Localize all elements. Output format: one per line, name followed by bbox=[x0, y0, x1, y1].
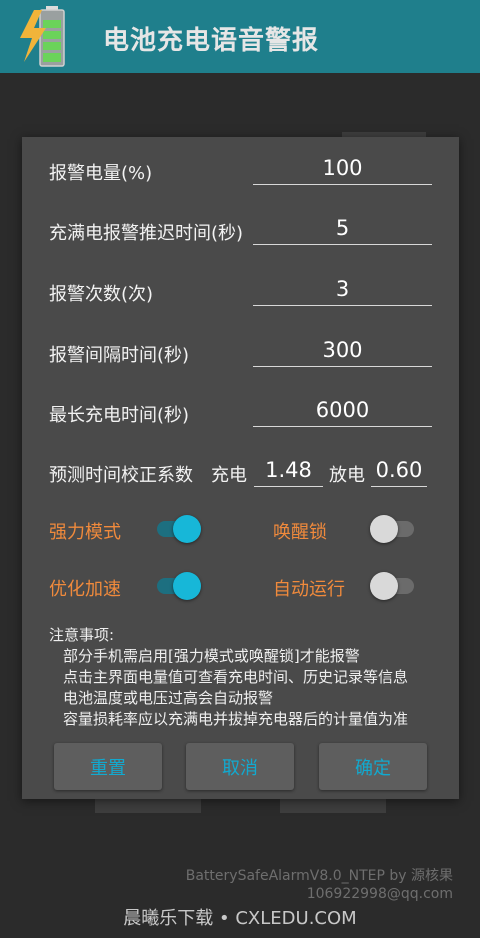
settings-dialog: 报警电量(%) 100 充满电报警推迟时间(秒) 5 报警次数(次) 3 报警间… bbox=[22, 137, 459, 799]
alarm-interval-label: 报警间隔时间(秒) bbox=[49, 345, 190, 366]
full-charge-delay-input[interactable]: 5 bbox=[253, 211, 432, 245]
alarm-level-input[interactable]: 100 bbox=[253, 151, 432, 185]
app-bar: 电池充电语音警报 bbox=[0, 0, 480, 73]
note-line: 容量损耗率应以充满电并拔掉充电器后的计量值为准 bbox=[63, 710, 409, 728]
max-charge-time-input[interactable]: 6000 bbox=[253, 393, 432, 427]
notes-title: 注意事项: bbox=[49, 626, 115, 644]
credit-email: 106922998@qq.com bbox=[306, 886, 453, 902]
wake-lock-label: 唤醒锁 bbox=[273, 522, 327, 543]
optimize-speed-switch[interactable] bbox=[157, 571, 201, 601]
alarm-count-label: 报警次数(次) bbox=[49, 284, 154, 305]
discharge-coef-input[interactable]: 0.60 bbox=[371, 453, 427, 487]
notes-section: 注意事项: 部分手机需启用[强力模式或唤醒锁]才能报警 点击主界面电量值可查看充… bbox=[49, 625, 454, 730]
full-charge-delay-label: 充满电报警推迟时间(秒) bbox=[49, 223, 244, 244]
charge-coef-input[interactable]: 1.48 bbox=[254, 453, 323, 487]
power-mode-switch[interactable] bbox=[157, 514, 201, 544]
ok-button[interactable]: 确定 bbox=[319, 743, 427, 790]
alarm-interval-input[interactable]: 300 bbox=[253, 333, 432, 367]
optimize-speed-label: 优化加速 bbox=[49, 579, 121, 600]
note-line: 电池温度或电压过高会自动报警 bbox=[63, 689, 274, 707]
discharge-coef-label: 放电 bbox=[329, 465, 365, 486]
wake-lock-switch[interactable] bbox=[370, 514, 414, 544]
charge-coef-label: 充电 bbox=[211, 465, 247, 486]
calibration-label: 预测时间校正系数 bbox=[49, 465, 193, 486]
auto-run-label: 自动运行 bbox=[273, 579, 345, 600]
reset-button[interactable]: 重置 bbox=[54, 743, 162, 790]
cancel-button[interactable]: 取消 bbox=[186, 743, 294, 790]
watermark: 晨曦乐下载 • CXLEDU.COM bbox=[123, 908, 357, 929]
background-element bbox=[280, 799, 386, 813]
note-line: 部分手机需启用[强力模式或唤醒锁]才能报警 bbox=[63, 647, 360, 665]
battery-charging-icon bbox=[20, 6, 65, 67]
background-element bbox=[95, 799, 201, 813]
auto-run-switch[interactable] bbox=[370, 571, 414, 601]
max-charge-time-label: 最长充电时间(秒) bbox=[49, 405, 190, 426]
credit-line: BatterySafeAlarmV8.0_NTEP by 源核果 bbox=[185, 868, 453, 884]
power-mode-label: 强力模式 bbox=[49, 522, 121, 543]
app-title: 电池充电语音警报 bbox=[103, 26, 320, 56]
note-line: 点击主界面电量值可查看充电时间、历史记录等信息 bbox=[63, 668, 409, 686]
alarm-count-input[interactable]: 3 bbox=[253, 272, 432, 306]
alarm-level-label: 报警电量(%) bbox=[49, 163, 153, 184]
